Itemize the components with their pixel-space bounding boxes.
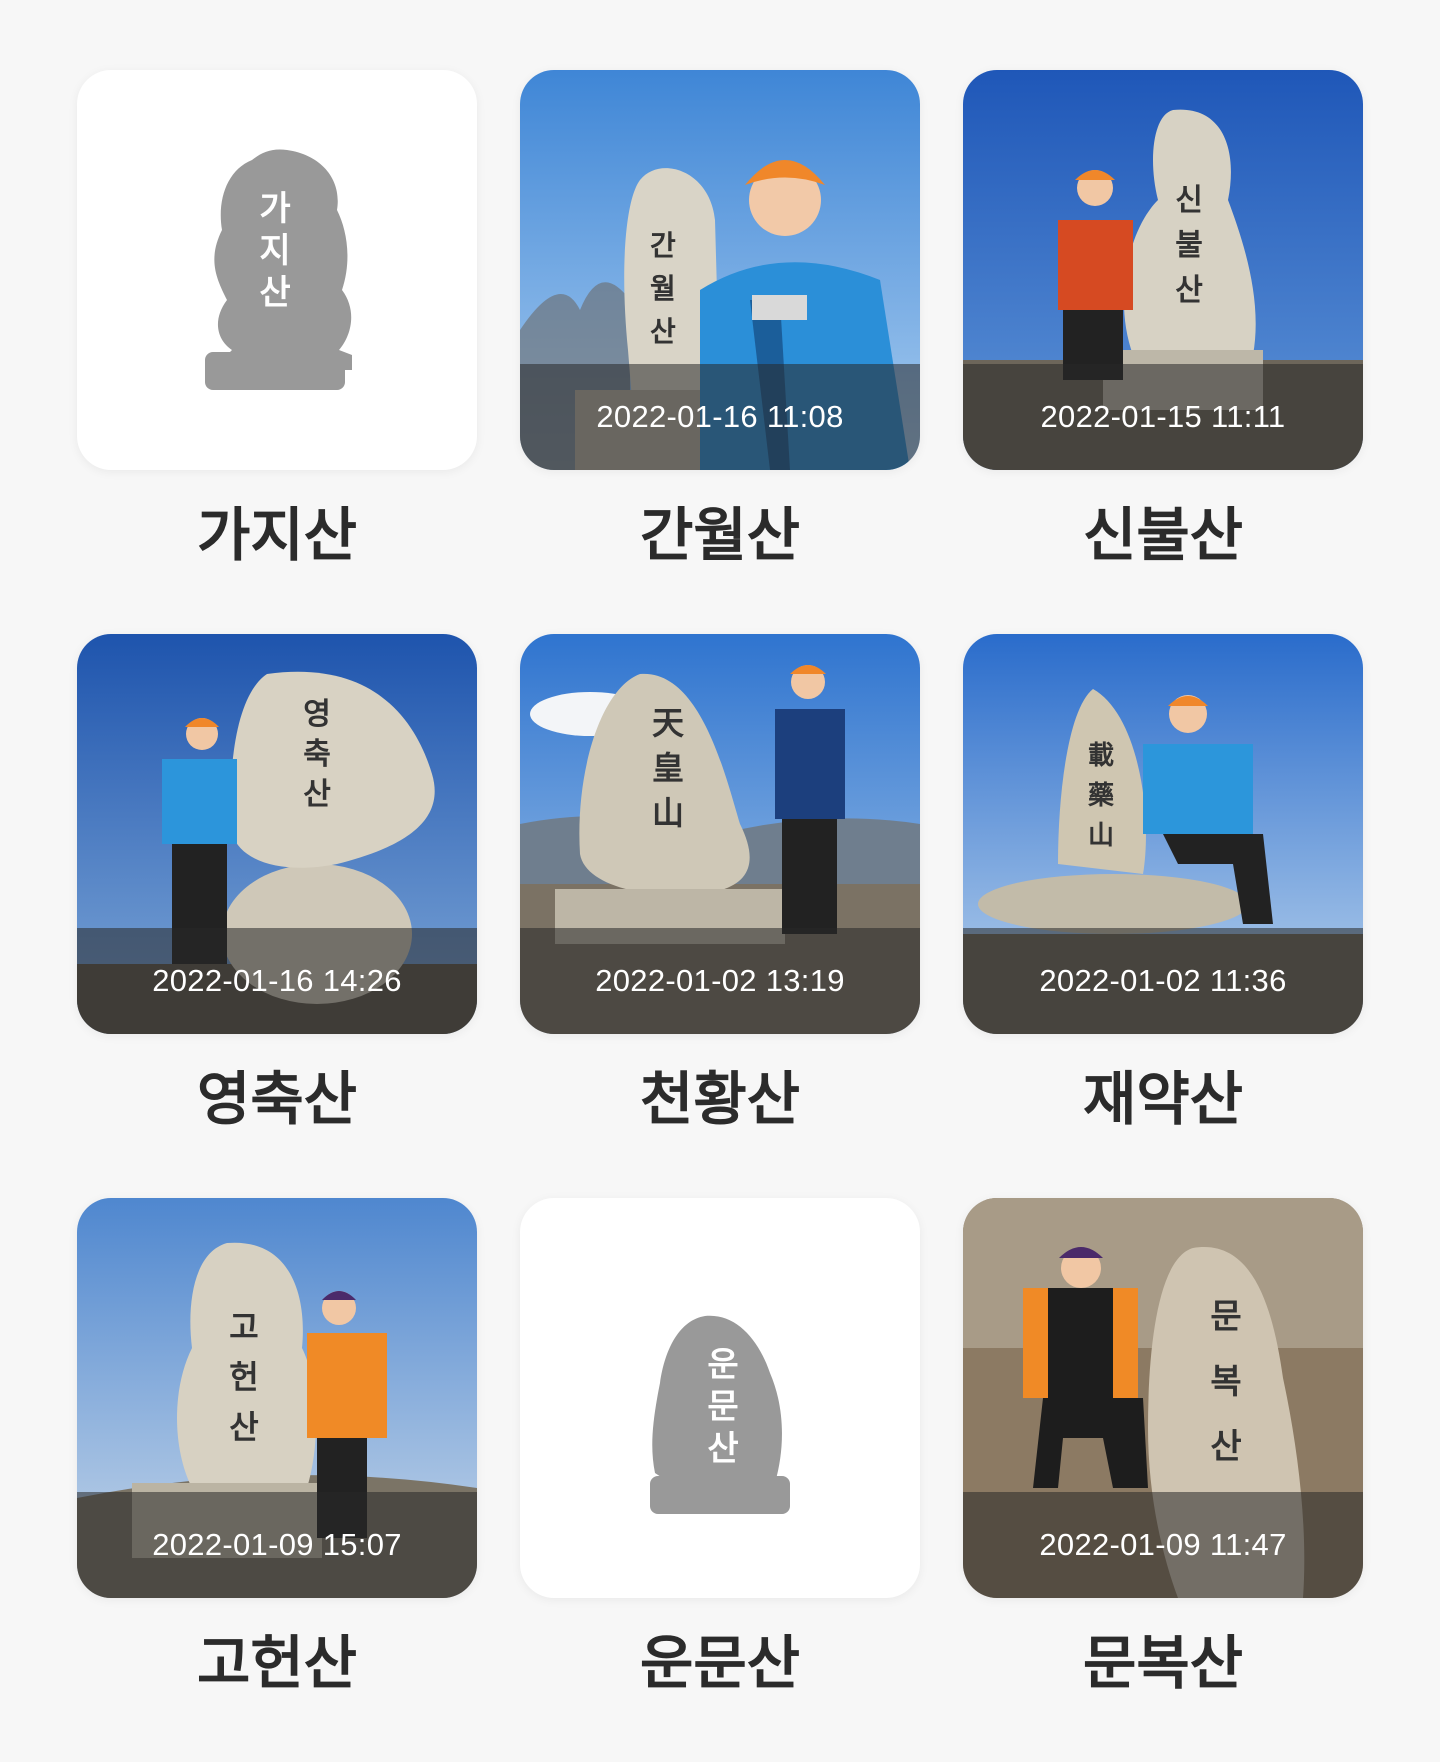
svg-text:지: 지 — [259, 231, 290, 271]
svg-text:헌: 헌 — [229, 1358, 258, 1396]
mountain-name: 가지산 — [196, 501, 358, 569]
svg-text:복: 복 — [1210, 1362, 1241, 1402]
svg-text:영: 영 — [303, 697, 331, 732]
mountain-card[interactable]: 간 월 산 2022-01-16 11:08 — [520, 70, 920, 470]
photo-date: 2022-01-16 11:08 — [520, 364, 920, 470]
svg-text:山: 山 — [652, 794, 684, 832]
mountain-name: 재약산 — [1082, 1065, 1244, 1133]
mountain-name: 천황산 — [639, 1065, 801, 1133]
photo-date: 2022-01-02 11:36 — [963, 928, 1363, 1034]
mountain-card[interactable]: 운 문 산 — [520, 1198, 920, 1598]
svg-text:산: 산 — [229, 1408, 258, 1446]
mountain-card[interactable]: 고 헌 산 2022-01-09 15:07 — [77, 1198, 477, 1598]
photo-date: 2022-01-02 13:19 — [520, 928, 920, 1034]
mountain-name: 영축산 — [196, 1065, 358, 1133]
svg-text:산: 산 — [1210, 1427, 1241, 1467]
mountain-card[interactable]: 載 藥 山 2022-01-02 11:36 — [963, 634, 1363, 1034]
svg-text:월: 월 — [650, 272, 676, 305]
svg-text:운: 운 — [707, 1345, 738, 1385]
svg-text:載: 載 — [1088, 741, 1114, 771]
svg-text:산: 산 — [259, 273, 290, 313]
mountain-card[interactable]: 가 지 산 — [77, 70, 477, 470]
mountain-item-ganwolsan[interactable]: 간 월 산 2022-01-16 11:08 간월산 — [520, 70, 920, 634]
mountain-grid: 가 지 산 가지산 간 월 산 2022-01-16 11:08 간월산 신 불… — [77, 70, 1363, 1762]
mountain-item-cheonhwangsan[interactable]: 天 皇 山 2022-01-02 13:19 천황산 — [520, 634, 920, 1198]
svg-text:藥: 藥 — [1087, 781, 1114, 811]
photo-date: 2022-01-09 11:47 — [963, 1492, 1363, 1598]
svg-text:皇: 皇 — [652, 749, 684, 787]
svg-text:신: 신 — [1175, 183, 1203, 218]
summit-stone-icon: 가 지 산 — [205, 149, 352, 390]
mountain-card[interactable]: 天 皇 山 2022-01-02 13:19 — [520, 634, 920, 1034]
mountain-item-gajisan[interactable]: 가 지 산 가지산 — [77, 70, 477, 634]
mountain-card[interactable]: 신 불 산 2022-01-15 11:11 — [963, 70, 1363, 470]
mountain-name: 간월산 — [639, 501, 801, 569]
svg-text:산: 산 — [303, 777, 331, 812]
photo-date: 2022-01-15 11:11 — [963, 364, 1363, 470]
mountain-item-unmunsan[interactable]: 운 문 산 운문산 — [520, 1198, 920, 1762]
mountain-card[interactable]: 문 복 산 2022-01-09 11:47 — [963, 1198, 1363, 1598]
mountain-name: 문복산 — [1082, 1629, 1244, 1697]
mountain-item-goheonsan[interactable]: 고 헌 산 2022-01-09 15:07 고헌산 — [77, 1198, 477, 1762]
mountain-card[interactable]: 영 축 산 2022-01-16 14:26 — [77, 634, 477, 1034]
svg-text:고: 고 — [229, 1308, 258, 1346]
svg-text:산: 산 — [1175, 273, 1203, 308]
mountain-item-jaeyaksan[interactable]: 載 藥 山 2022-01-02 11:36 재약산 — [963, 634, 1363, 1198]
mountain-name: 고헌산 — [196, 1629, 358, 1697]
mountain-name: 운문산 — [639, 1629, 801, 1697]
svg-text:간: 간 — [650, 229, 676, 262]
svg-text:산: 산 — [707, 1429, 738, 1469]
svg-text:天: 天 — [652, 704, 684, 742]
svg-text:불: 불 — [1175, 228, 1203, 263]
svg-text:문: 문 — [1210, 1297, 1241, 1337]
svg-text:문: 문 — [707, 1387, 738, 1427]
mountain-name: 신불산 — [1082, 501, 1244, 569]
svg-text:축: 축 — [303, 737, 331, 772]
photo-date: 2022-01-09 15:07 — [77, 1492, 477, 1598]
svg-text:가: 가 — [259, 189, 290, 229]
svg-text:산: 산 — [650, 315, 676, 348]
summit-stone-icon: 운 문 산 — [650, 1315, 790, 1514]
mountain-item-munboksan[interactable]: 문 복 산 2022-01-09 11:47 문복산 — [963, 1198, 1363, 1762]
svg-text:山: 山 — [1088, 821, 1114, 851]
mountain-item-sinbulsan[interactable]: 신 불 산 2022-01-15 11:11 신불산 — [963, 70, 1363, 634]
mountain-item-yeongchuksan[interactable]: 영 축 산 2022-01-16 14:26 영축산 — [77, 634, 477, 1198]
photo-date: 2022-01-16 14:26 — [77, 928, 477, 1034]
